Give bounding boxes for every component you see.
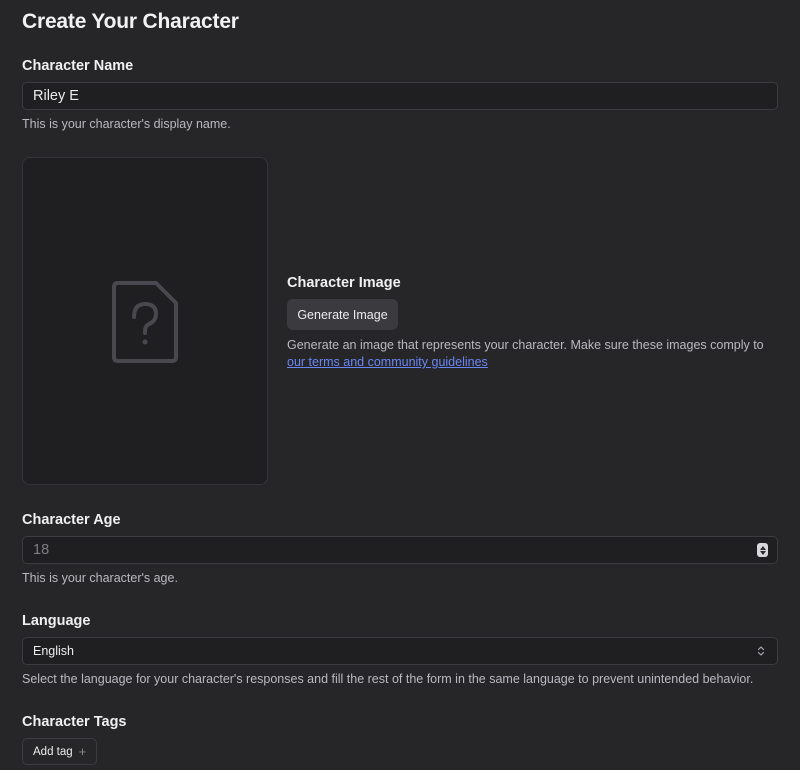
plus-icon: + — [78, 744, 87, 759]
character-tags-label: Character Tags — [22, 714, 127, 730]
age-stepper-icon[interactable] — [757, 543, 768, 557]
generate-image-button[interactable]: Generate Image — [287, 299, 398, 330]
page-title: Create Your Character — [22, 10, 239, 33]
character-name-input[interactable]: Riley E — [22, 82, 778, 110]
character-age-label: Character Age — [22, 512, 121, 528]
character-name-hint: This is your character's display name. — [22, 117, 231, 131]
language-label: Language — [22, 613, 91, 629]
character-name-label: Character Name — [22, 58, 134, 74]
character-image-label: Character Image — [287, 275, 401, 291]
terms-guidelines-link[interactable]: our terms and community guidelines — [287, 355, 488, 369]
language-select[interactable]: English — [22, 637, 778, 665]
language-selected-value: English — [33, 644, 74, 658]
image-description-text: Generate an image that represents your c… — [287, 338, 764, 352]
chevron-up-down-icon — [757, 645, 765, 657]
character-image-description: Generate an image that represents your c… — [287, 337, 767, 371]
stepper-down-icon[interactable] — [759, 550, 766, 555]
language-hint: Select the language for your character's… — [22, 672, 754, 686]
character-age-input[interactable]: 18 — [22, 536, 778, 564]
create-character-page: Create Your Character Character Name Ril… — [0, 0, 800, 770]
image-question-file-icon — [112, 281, 178, 363]
add-tag-label: Add tag — [33, 745, 73, 758]
stepper-up-icon[interactable] — [759, 545, 766, 550]
character-age-hint: This is your character's age. — [22, 571, 178, 585]
character-image-preview — [22, 157, 268, 485]
add-tag-button[interactable]: Add tag + — [22, 738, 98, 765]
character-name-value: Riley E — [33, 88, 79, 104]
character-age-placeholder: 18 — [33, 542, 50, 558]
